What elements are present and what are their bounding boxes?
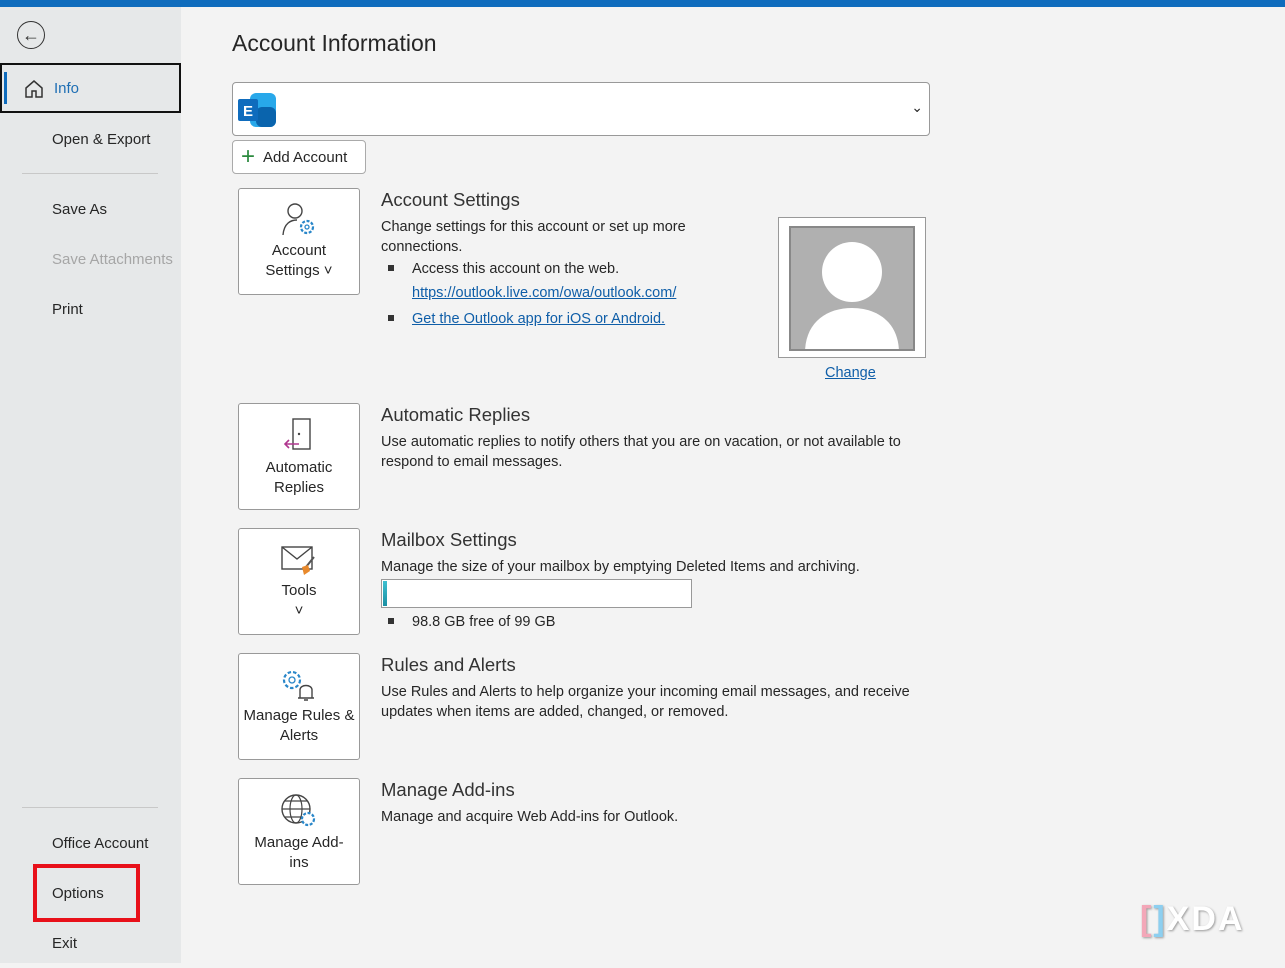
- mailbox-usage-fill: [383, 581, 387, 606]
- add-account-label: Add Account: [263, 148, 348, 166]
- profile-photo[interactable]: [778, 217, 926, 358]
- sidebar-item-label: Print: [52, 300, 83, 318]
- section-description: Use Rules and Alerts to help organize yo…: [381, 684, 910, 720]
- tile-label: Tools ˅: [281, 582, 317, 619]
- sidebar-item-save-as[interactable]: Save As: [0, 184, 181, 234]
- manage-addins-button[interactable]: Manage Add-ins: [238, 778, 360, 885]
- home-icon: [25, 80, 43, 98]
- bullet: 98.8 GB free of 99 GB: [381, 610, 941, 634]
- section-description: Use automatic replies to notify others t…: [381, 434, 901, 470]
- sidebar-item-label: Info: [54, 79, 80, 97]
- sidebar-item-label: Open & Export: [52, 130, 151, 148]
- section-title: Automatic Replies: [381, 404, 531, 425]
- divider: [22, 807, 158, 808]
- globe-gear-icon: [281, 794, 316, 827]
- sidebar-item-info[interactable]: Info: [0, 63, 181, 113]
- exchange-icon: E: [238, 93, 276, 127]
- person-silhouette-icon: [805, 242, 899, 349]
- back-arrow-icon[interactable]: ←: [17, 21, 45, 49]
- sidebar-item-print[interactable]: Print: [0, 284, 181, 334]
- tile-label: Manage Rules & Alerts: [243, 707, 355, 744]
- account-selector[interactable]: E ⌄: [232, 82, 930, 136]
- section-title: Mailbox Settings: [381, 529, 517, 550]
- xda-watermark-logo: []XDA: [1140, 900, 1245, 938]
- chevron-down-icon: ⌄: [911, 99, 923, 115]
- mailbox-settings-section: Mailbox Settings Manage the size of your…: [381, 529, 941, 634]
- section-title: Rules and Alerts: [381, 654, 516, 675]
- account-gear-icon: [282, 203, 315, 236]
- section-title: Account Settings: [381, 189, 520, 210]
- mailbox-usage-text: 98.8 GB free of 99 GB: [412, 614, 556, 630]
- sidebar-item-exit[interactable]: Exit: [0, 918, 181, 968]
- tile-label: Account Settings ˅: [265, 242, 333, 279]
- tile-label: Automatic Replies: [265, 459, 333, 496]
- sidebar-item-label: Save Attachments: [52, 250, 173, 268]
- door-arrow-icon: [283, 418, 311, 450]
- section-title: Manage Add-ins: [381, 779, 515, 800]
- sidebar-item-office-account[interactable]: Office Account: [0, 818, 181, 868]
- add-account-button[interactable]: + Add Account: [232, 140, 366, 174]
- section-description: Manage the size of your mailbox by empty…: [381, 559, 860, 575]
- automatic-replies-button[interactable]: Automatic Replies: [238, 403, 360, 510]
- section-description: Change settings for this account or set …: [381, 219, 686, 255]
- sidebar-item-open-export[interactable]: Open & Export: [0, 114, 181, 164]
- options-highlight-box: [33, 864, 140, 922]
- svg-text:E: E: [243, 103, 253, 120]
- title-bar: [0, 0, 1285, 7]
- manage-addins-section: Manage Add-ins Manage and acquire Web Ad…: [381, 779, 941, 827]
- mailbox-usage-bar: [381, 579, 692, 608]
- page-title: Account Information: [232, 30, 437, 56]
- plus-icon: +: [241, 143, 256, 170]
- owa-link[interactable]: https://outlook.live.com/owa/outlook.com…: [412, 285, 676, 301]
- bullet-text: Access this account on the web.: [412, 261, 620, 277]
- sidebar-item-save-attachments: Save Attachments: [0, 234, 181, 284]
- section-description: Manage and acquire Web Add-ins for Outlo…: [381, 809, 679, 825]
- account-settings-section: Account Settings Change settings for thi…: [381, 189, 711, 331]
- account-settings-button[interactable]: Account Settings ˅: [238, 188, 360, 295]
- manage-rules-alerts-button[interactable]: Manage Rules & Alerts: [238, 653, 360, 760]
- bullet: Access this account on the web. https://o…: [381, 257, 711, 305]
- outlook-app-link[interactable]: Get the Outlook app for iOS or Android.: [412, 311, 665, 327]
- divider: [22, 173, 158, 174]
- sidebar-item-label: Exit: [52, 934, 78, 952]
- automatic-replies-section: Automatic Replies Use automatic replies …: [381, 404, 941, 472]
- sidebar: ← Info Open & Export Save As Save Attach…: [0, 7, 181, 963]
- change-photo-link[interactable]: Change: [825, 365, 876, 381]
- sidebar-item-label: Save As: [52, 200, 108, 218]
- mail-broom-icon: [281, 546, 315, 575]
- bullet: Get the Outlook app for iOS or Android.: [381, 307, 711, 331]
- gear-bell-icon: [282, 670, 314, 701]
- tile-label: Manage Add-ins: [254, 834, 344, 871]
- rules-alerts-section: Rules and Alerts Use Rules and Alerts to…: [381, 654, 941, 722]
- tools-button[interactable]: Tools ˅: [238, 528, 360, 635]
- sidebar-item-label: Office Account: [52, 834, 149, 852]
